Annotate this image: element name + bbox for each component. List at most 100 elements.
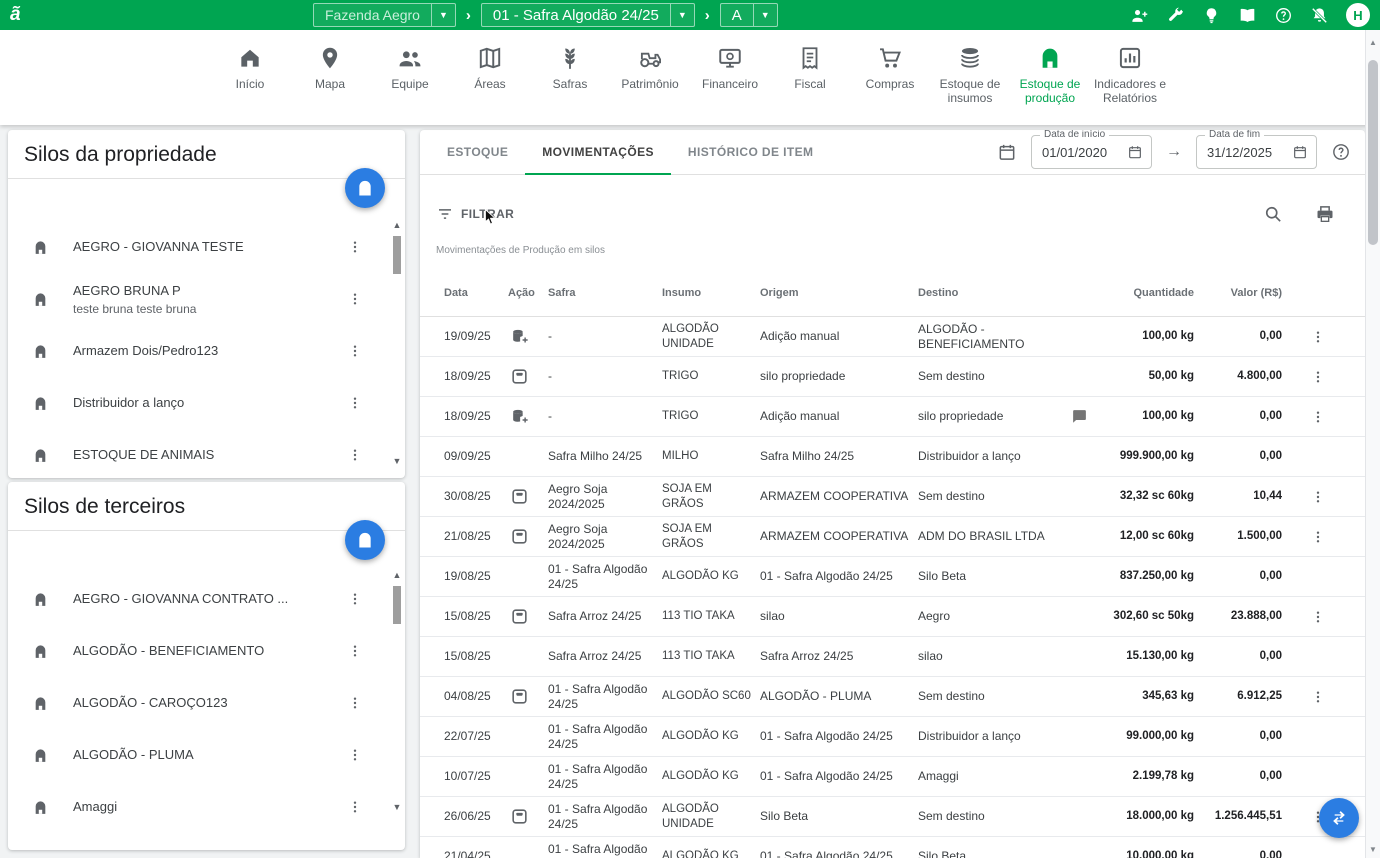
- calendar-icon[interactable]: [997, 142, 1017, 162]
- scroll-down-icon[interactable]: ▼: [1366, 845, 1380, 854]
- item-menu-button[interactable]: [347, 799, 363, 815]
- table-row[interactable]: 26/06/2501 - Safra Algodão 24/25ALGODÃO …: [420, 797, 1365, 837]
- filter-button[interactable]: FILTRAR: [436, 205, 514, 223]
- calendar-icon[interactable]: [1292, 144, 1308, 160]
- tab-estoque[interactable]: ESTOQUE: [430, 130, 525, 175]
- silo-list-item[interactable]: AEGRO - GIOVANNA TESTE: [8, 221, 405, 273]
- cell-data: 26/06/25: [444, 809, 508, 824]
- table-row[interactable]: 19/09/25-ALGODÃO UNIDADEAdição manualALG…: [420, 317, 1365, 357]
- sub-select[interactable]: A ▼: [720, 3, 778, 27]
- table-row[interactable]: 04/08/2501 - Safra Algodão 24/25ALGODÃO …: [420, 677, 1365, 717]
- help-icon[interactable]: [1331, 142, 1351, 162]
- comment-icon[interactable]: [1071, 408, 1088, 425]
- nav-item-equipe[interactable]: Equipe: [372, 45, 448, 92]
- nav-item-fiscal[interactable]: Fiscal: [772, 45, 848, 92]
- add-silo-propriedade-button[interactable]: [345, 168, 385, 208]
- row-menu-button[interactable]: [1310, 369, 1326, 385]
- nav-item-estoque-insumos[interactable]: Estoque de insumos: [932, 45, 1008, 106]
- row-menu-button[interactable]: [1310, 609, 1326, 625]
- book-icon[interactable]: [1238, 6, 1257, 25]
- item-menu-button[interactable]: [347, 695, 363, 711]
- row-menu-button[interactable]: [1310, 689, 1326, 705]
- table-row[interactable]: 19/08/2501 - Safra Algodão 24/25ALGODÃO …: [420, 557, 1365, 597]
- nav-item-safras[interactable]: Safras: [532, 45, 608, 92]
- nav-item-inicio[interactable]: Início: [212, 45, 288, 92]
- user-avatar[interactable]: H: [1346, 3, 1370, 27]
- table-row[interactable]: 22/07/2501 - Safra Algodão 24/25ALGODÃO …: [420, 717, 1365, 757]
- row-menu-button[interactable]: [1310, 329, 1326, 345]
- silo-list-item[interactable]: ESTOQUE DE ANIMAIS: [8, 429, 405, 481]
- silo-list-item[interactable]: ALGODÃO - PLUMA: [8, 729, 405, 781]
- scrollbar-thumb[interactable]: [1368, 60, 1378, 245]
- scrollbar-thumb[interactable]: [393, 236, 401, 274]
- tabs-row: ESTOQUE MOVIMENTAÇÕES HISTÓRICO DE ITEM …: [420, 130, 1365, 175]
- item-menu-button[interactable]: [347, 591, 363, 607]
- wrench-icon[interactable]: [1166, 6, 1185, 25]
- date-start-field[interactable]: Data de início 01/01/2020: [1031, 135, 1152, 169]
- nav-item-label: Indicadores e Relatórios: [1092, 78, 1168, 106]
- nav-item-indicadores[interactable]: Indicadores e Relatórios: [1092, 45, 1168, 106]
- cell-valor: 0,00: [1208, 769, 1300, 783]
- season-select[interactable]: 01 - Safra Algodão 24/25 ▼: [481, 3, 695, 27]
- person-add-icon[interactable]: [1130, 6, 1149, 25]
- aegro-logo[interactable]: ã: [10, 4, 40, 26]
- new-movement-fab[interactable]: [1319, 798, 1359, 838]
- table-row[interactable]: 10/07/2501 - Safra Algodão 24/25ALGODÃO …: [420, 757, 1365, 797]
- silo-list-item[interactable]: Distribuidor a lanço: [8, 377, 405, 429]
- nav-item-compras[interactable]: Compras: [852, 45, 928, 92]
- row-menu-button[interactable]: [1310, 409, 1326, 425]
- silo-list-item[interactable]: AEGRO BRUNA Pteste bruna teste bruna: [8, 273, 405, 325]
- tab-historico-de-item[interactable]: HISTÓRICO DE ITEM: [671, 130, 830, 175]
- item-menu-button[interactable]: [347, 239, 363, 255]
- tab-movimentacoes[interactable]: MOVIMENTAÇÕES: [525, 130, 671, 175]
- item-menu-button[interactable]: [347, 447, 363, 463]
- item-menu-button[interactable]: [347, 395, 363, 411]
- scroll-up-icon[interactable]: ▲: [393, 220, 402, 230]
- scroll-up-icon[interactable]: ▲: [393, 570, 402, 580]
- nav-item-areas[interactable]: Áreas: [452, 45, 528, 92]
- table-row[interactable]: 15/08/25Safra Arroz 24/25113 TIO TAKAsil…: [420, 597, 1365, 637]
- nav-item-financeiro[interactable]: Financeiro: [692, 45, 768, 92]
- table-row[interactable]: 30/08/25Aegro Soja 2024/2025SOJA EM GRÃO…: [420, 477, 1365, 517]
- lightbulb-icon[interactable]: [1202, 6, 1221, 25]
- cell-insumo: ALGODÃO KG: [662, 849, 760, 858]
- row-menu-button[interactable]: [1310, 489, 1326, 505]
- nav-item-mapa[interactable]: Mapa: [292, 45, 368, 92]
- print-icon[interactable]: [1315, 204, 1335, 224]
- item-menu-button[interactable]: [347, 643, 363, 659]
- table-row[interactable]: 18/09/25-TRIGOsilo propriedadeSem destin…: [420, 357, 1365, 397]
- scroll-up-icon[interactable]: ▲: [1366, 38, 1380, 47]
- item-menu-button[interactable]: [347, 747, 363, 763]
- silo-list-item[interactable]: AEGRO - GIOVANNA CONTRATO ...: [8, 573, 405, 625]
- silo-list-item[interactable]: ALGODÃO - CAROÇO123: [8, 677, 405, 729]
- window-scrollbar[interactable]: ▲ ▼: [1365, 30, 1380, 858]
- row-menu-button[interactable]: [1310, 529, 1326, 545]
- table-row[interactable]: 09/09/25Safra Milho 24/25MILHOSafra Milh…: [420, 437, 1365, 477]
- nav-item-estoque-producao[interactable]: Estoque de produção: [1012, 45, 1088, 106]
- nav-item-label: Estoque de insumos: [932, 78, 1008, 106]
- silo-list-item[interactable]: ALGODÃO - BENEFICIAMENTO: [8, 625, 405, 677]
- help-icon[interactable]: [1274, 6, 1293, 25]
- list-scrollbar[interactable]: ▲ ▼: [391, 220, 403, 466]
- silo-list-item[interactable]: Armazem Dois/Pedro123: [8, 325, 405, 377]
- nav-item-patrimonio[interactable]: Patrimônio: [612, 45, 688, 92]
- list-scrollbar[interactable]: ▲ ▼: [391, 570, 403, 812]
- scroll-down-icon[interactable]: ▼: [393, 456, 402, 466]
- calendar-icon[interactable]: [1127, 144, 1143, 160]
- scroll-down-icon[interactable]: ▼: [393, 802, 402, 812]
- item-menu-button[interactable]: [347, 291, 363, 307]
- table-row[interactable]: 21/04/2501 - Safra Algodão 24/25ALGODÃO …: [420, 837, 1365, 858]
- chart-icon: [1117, 45, 1143, 71]
- item-menu-button[interactable]: [347, 343, 363, 359]
- date-end-field[interactable]: Data de fim 31/12/2025: [1196, 135, 1317, 169]
- add-silo-terceiros-button[interactable]: [345, 520, 385, 560]
- silo-list-item[interactable]: Amaggi: [8, 781, 405, 833]
- table-row[interactable]: 21/08/25Aegro Soja 2024/2025SOJA EM GRÃO…: [420, 517, 1365, 557]
- scrollbar-thumb[interactable]: [393, 586, 401, 624]
- farm-select[interactable]: Fazenda Aegro ▼: [313, 3, 456, 27]
- search-icon[interactable]: [1263, 204, 1283, 224]
- bell-off-icon[interactable]: [1310, 6, 1329, 25]
- table-row[interactable]: 15/08/25Safra Arroz 24/25113 TIO TAKASaf…: [420, 637, 1365, 677]
- cell-origem: silao: [760, 609, 918, 624]
- table-row[interactable]: 18/09/25-TRIGOAdição manualsilo propried…: [420, 397, 1365, 437]
